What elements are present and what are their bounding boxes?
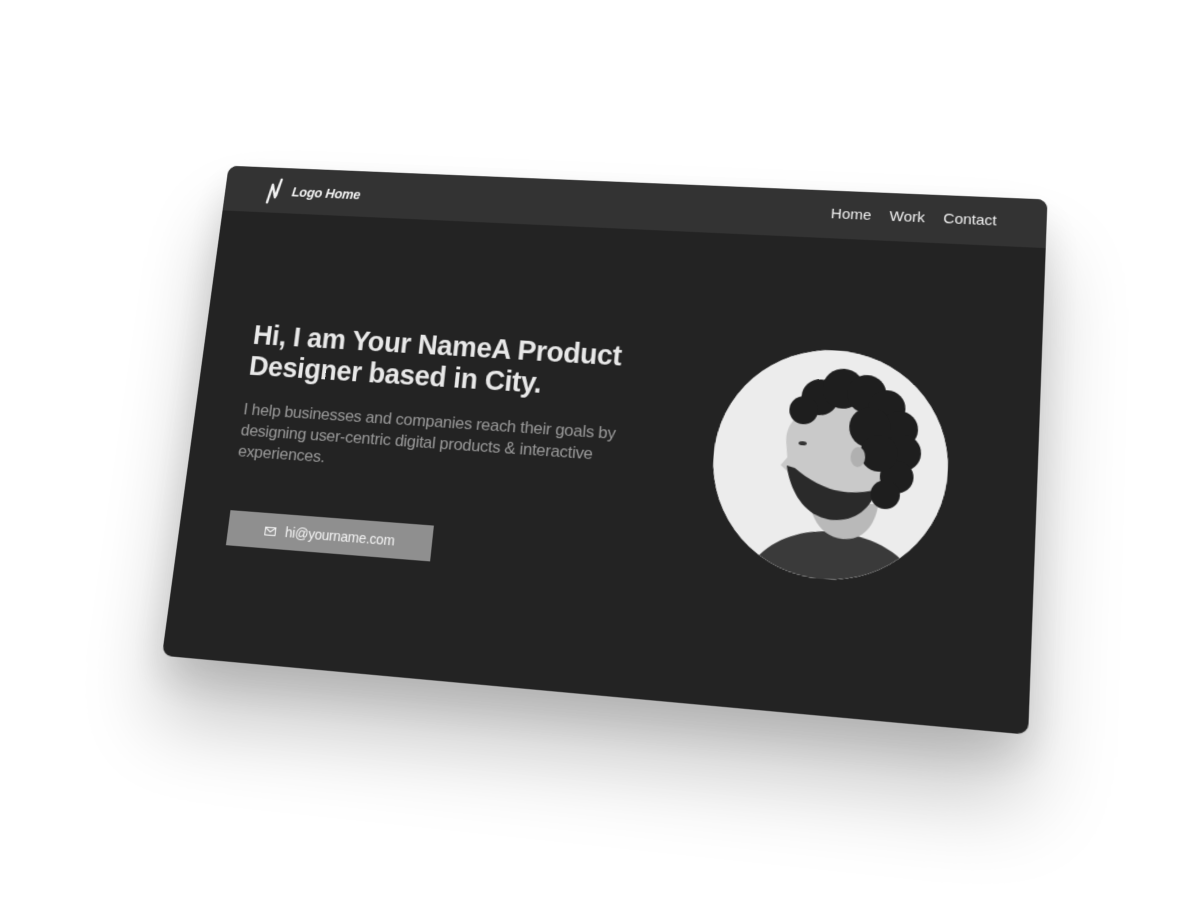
nav-link-work[interactable]: Work (889, 208, 925, 226)
hero-description: I help businesses and companies reach th… (237, 400, 617, 467)
email-button[interactable]: hi@yourname.com (225, 510, 434, 562)
logo-link[interactable]: Logo Home (263, 177, 362, 208)
logo-text: Logo Home (291, 184, 362, 203)
website-mockup-card: Logo Home Home Work Contact Hi, I am You… (161, 165, 1048, 735)
nav-link-home[interactable]: Home (830, 206, 871, 224)
email-button-label: hi@yourname.com (284, 524, 396, 549)
nav-links: Home Work Contact (830, 206, 997, 230)
nav-link-contact[interactable]: Contact (943, 211, 997, 230)
profile-portrait (705, 344, 954, 589)
hero-section: Hi, I am Your NameA Product Designer bas… (237, 321, 674, 493)
navbar: Logo Home Home Work Contact (222, 165, 1048, 249)
hero-title: Hi, I am Your NameA Product Designer bas… (247, 320, 623, 400)
mail-icon (263, 523, 276, 539)
portrait-illustration (705, 344, 954, 589)
stage: Logo Home Home Work Contact Hi, I am You… (0, 0, 1200, 900)
zigzag-logo-icon (263, 177, 286, 205)
